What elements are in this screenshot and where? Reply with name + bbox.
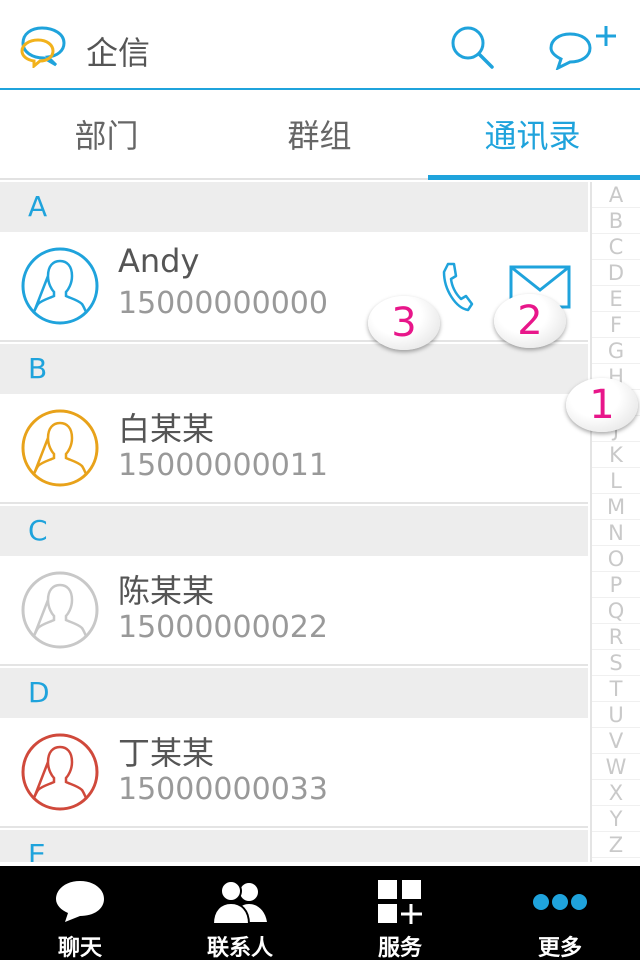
contact-phone: 15000000011 bbox=[118, 448, 328, 483]
search-icon[interactable] bbox=[448, 24, 498, 70]
callout-badge-2: 2 bbox=[494, 294, 566, 348]
tab-groups[interactable]: 群组 bbox=[213, 92, 426, 180]
services-grid-icon bbox=[378, 880, 422, 924]
app-title: 企信 bbox=[86, 34, 151, 72]
index-letter-v[interactable]: V bbox=[592, 728, 640, 754]
index-letter-g[interactable]: G bbox=[592, 338, 640, 364]
contact-name: 白某某 bbox=[118, 410, 215, 448]
index-letter-s[interactable]: S bbox=[592, 650, 640, 676]
active-tab-indicator bbox=[428, 175, 640, 180]
contact-name: 丁某某 bbox=[118, 734, 215, 772]
avatar-icon bbox=[21, 733, 99, 811]
index-letter-b[interactable]: B bbox=[592, 208, 640, 234]
nav-chat-label: 聊天 bbox=[57, 936, 102, 960]
index-letter-k[interactable]: K bbox=[592, 442, 640, 468]
section-header-c: C bbox=[0, 506, 588, 556]
contact-row[interactable]: 白某某 15000000011 bbox=[0, 394, 588, 504]
bottom-nav: 聊天 联系人 服务 更多 bbox=[0, 866, 640, 960]
section-header-e: E bbox=[0, 830, 588, 862]
contact-row[interactable]: 丁某某 15000000033 bbox=[0, 718, 588, 828]
tab-bar: 部门 群组 通讯录 bbox=[0, 92, 640, 180]
contact-phone: 15000000000 bbox=[118, 286, 328, 321]
index-letter-d[interactable]: D bbox=[592, 260, 640, 286]
index-letter-l[interactable]: L bbox=[592, 468, 640, 494]
tab-contacts[interactable]: 通讯录 bbox=[426, 92, 639, 180]
nav-services[interactable]: 服务 bbox=[320, 866, 480, 960]
index-letter-r[interactable]: R bbox=[592, 624, 640, 650]
index-letter-c[interactable]: C bbox=[592, 234, 640, 260]
contact-row[interactable]: 陈某某 15000000022 bbox=[0, 556, 588, 666]
section-header-d: D bbox=[0, 668, 588, 718]
contact-name: Andy bbox=[118, 242, 200, 280]
index-letter-a[interactable]: A bbox=[592, 182, 640, 208]
index-letter-e[interactable]: E bbox=[592, 286, 640, 312]
index-letter-y[interactable]: Y bbox=[592, 806, 640, 832]
avatar-icon bbox=[21, 247, 99, 325]
new-chat-icon[interactable] bbox=[548, 24, 622, 70]
app-header: 企信 bbox=[0, 0, 640, 90]
nav-contacts-label: 联系人 bbox=[206, 936, 273, 960]
callout-badge-3: 3 bbox=[368, 296, 440, 350]
index-letter-q[interactable]: Q bbox=[592, 598, 640, 624]
chat-bubble-icon bbox=[56, 881, 104, 922]
contact-phone: 15000000033 bbox=[118, 772, 328, 807]
section-header-a: A bbox=[0, 182, 588, 232]
section-header-b: B bbox=[0, 344, 588, 394]
index-letter-x[interactable]: X bbox=[592, 780, 640, 806]
index-letter-o[interactable]: O bbox=[592, 546, 640, 572]
index-letter-f[interactable]: F bbox=[592, 312, 640, 338]
more-dots-icon bbox=[533, 894, 587, 910]
index-letter-z[interactable]: Z bbox=[592, 832, 640, 858]
nav-contacts[interactable]: 联系人 bbox=[160, 866, 320, 960]
phone-icon[interactable] bbox=[436, 260, 476, 316]
nav-more-label: 更多 bbox=[537, 936, 582, 960]
contact-list[interactable]: A Andy 15000000000 B 白某某 15000000011 C 陈 bbox=[0, 182, 588, 862]
contact-name: 陈某某 bbox=[118, 572, 215, 610]
index-letter-t[interactable]: T bbox=[592, 676, 640, 702]
tab-department[interactable]: 部门 bbox=[0, 92, 213, 180]
index-letter-p[interactable]: P bbox=[592, 572, 640, 598]
avatar-icon bbox=[21, 409, 99, 487]
index-letter-u[interactable]: U bbox=[592, 702, 640, 728]
app-logo-icon bbox=[20, 26, 66, 68]
callout-badge-1: 1 bbox=[566, 378, 638, 432]
contact-phone: 15000000022 bbox=[118, 610, 328, 645]
nav-chat[interactable]: 聊天 bbox=[0, 866, 160, 960]
avatar-icon bbox=[21, 571, 99, 649]
index-letter-m[interactable]: M bbox=[592, 494, 640, 520]
nav-more[interactable]: 更多 bbox=[480, 866, 640, 960]
index-letter-n[interactable]: N bbox=[592, 520, 640, 546]
nav-services-label: 服务 bbox=[377, 936, 422, 960]
index-letter-w[interactable]: W bbox=[592, 754, 640, 780]
alphabet-index-bar[interactable]: ABCDEFGHIJKLMNOPQRSTUVWXYZ bbox=[590, 182, 640, 862]
contacts-icon bbox=[211, 880, 267, 925]
